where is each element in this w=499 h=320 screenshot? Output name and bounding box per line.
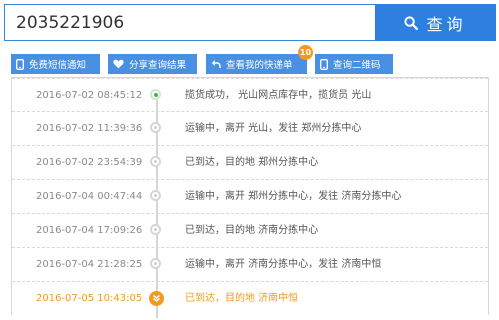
- timeline-row: 2016-07-02 08:45:12 揽货成功， 光山网点库存中，揽货员 光山: [12, 78, 488, 112]
- timeline-time: 2016-07-02 23:54:39: [36, 157, 143, 168]
- return-arrow-icon: [211, 60, 221, 68]
- timeline-time: 2016-07-02 11:39:36: [36, 123, 143, 134]
- timeline-time: 2016-07-02 08:45:12: [36, 90, 143, 101]
- timeline-desc: 已到达，目的地 济南分拣中心: [185, 225, 319, 236]
- timeline-dot-icon: [150, 258, 161, 269]
- timeline-time: 2016-07-04 17:09:26: [36, 225, 143, 236]
- search-button[interactable]: 查询: [375, 4, 496, 41]
- tracking-timeline: 2016-07-02 08:45:12 揽货成功， 光山网点库存中，揽货员 光山…: [11, 77, 489, 318]
- delivered-icon: [149, 291, 164, 306]
- timeline-desc: 运输中，离开 郑州分拣中心，发往 济南分拣中心: [185, 191, 402, 202]
- timeline-time: 2016-07-04 00:47:44: [36, 191, 143, 202]
- search-icon: [404, 15, 419, 30]
- start-dot-icon: [150, 89, 161, 100]
- timeline-row: 2016-07-02 11:39:36 运输中，离开 光山，发往 郑州分拣中心: [12, 111, 488, 145]
- timeline-desc: 已到达，目的地 郑州分拣中心: [185, 157, 319, 168]
- timeline-desc: 运输中，离开 济南分拣中心，发往 济南中恒: [185, 259, 382, 270]
- heart-icon: [113, 59, 124, 69]
- order-count-badge: 10: [298, 45, 313, 60]
- timeline-desc: 已到达，目的地 济南中恒: [185, 293, 299, 304]
- timeline-dot-icon: [150, 122, 161, 133]
- timeline-desc: 运输中，离开 光山，发往 郑州分拣中心: [185, 123, 362, 134]
- qr-code-label: 查询二维码: [333, 60, 381, 71]
- timeline-time: 2016-07-05 10:43:05: [36, 293, 143, 304]
- timeline-row: 2016-07-02 23:54:39 已到达，目的地 郑州分拣中心: [12, 145, 488, 179]
- sms-notify-button[interactable]: 免费短信通知: [11, 54, 100, 74]
- my-orders-label: 查看我的快递单: [226, 60, 293, 71]
- my-orders-button[interactable]: 查看我的快递单 10: [206, 45, 313, 74]
- search-button-label: 查询: [426, 14, 467, 34]
- phone-icon: [320, 58, 328, 70]
- share-result-label: 分享查询结果: [129, 60, 187, 71]
- timeline-row: 2016-07-04 00:47:44 运输中，离开 郑州分拣中心，发往 济南分…: [12, 179, 488, 213]
- timeline-dot-icon: [150, 156, 161, 167]
- timeline-desc: 揽货成功， 光山网点库存中，揽货员 光山: [185, 90, 372, 101]
- share-result-button[interactable]: 分享查询结果: [108, 54, 197, 74]
- timeline-row: 2016-07-04 21:28:25 运输中，离开 济南分拣中心，发往 济南中…: [12, 247, 488, 281]
- phone-icon: [16, 58, 24, 70]
- timeline-row: 2016-07-04 17:09:26 已到达，目的地 济南分拣中心: [12, 213, 488, 247]
- qr-code-button[interactable]: 查询二维码: [315, 54, 393, 74]
- timeline-row-latest: 2016-07-05 10:43:05 已到达，目的地 济南中恒: [12, 281, 488, 315]
- search-bar: 查询: [4, 4, 496, 41]
- tracking-number-input[interactable]: [5, 5, 375, 40]
- sms-notify-label: 免费短信通知: [29, 60, 87, 71]
- timeline-time: 2016-07-04 21:28:25: [36, 259, 143, 270]
- timeline-dot-icon: [150, 190, 161, 201]
- timeline-dot-icon: [150, 224, 161, 235]
